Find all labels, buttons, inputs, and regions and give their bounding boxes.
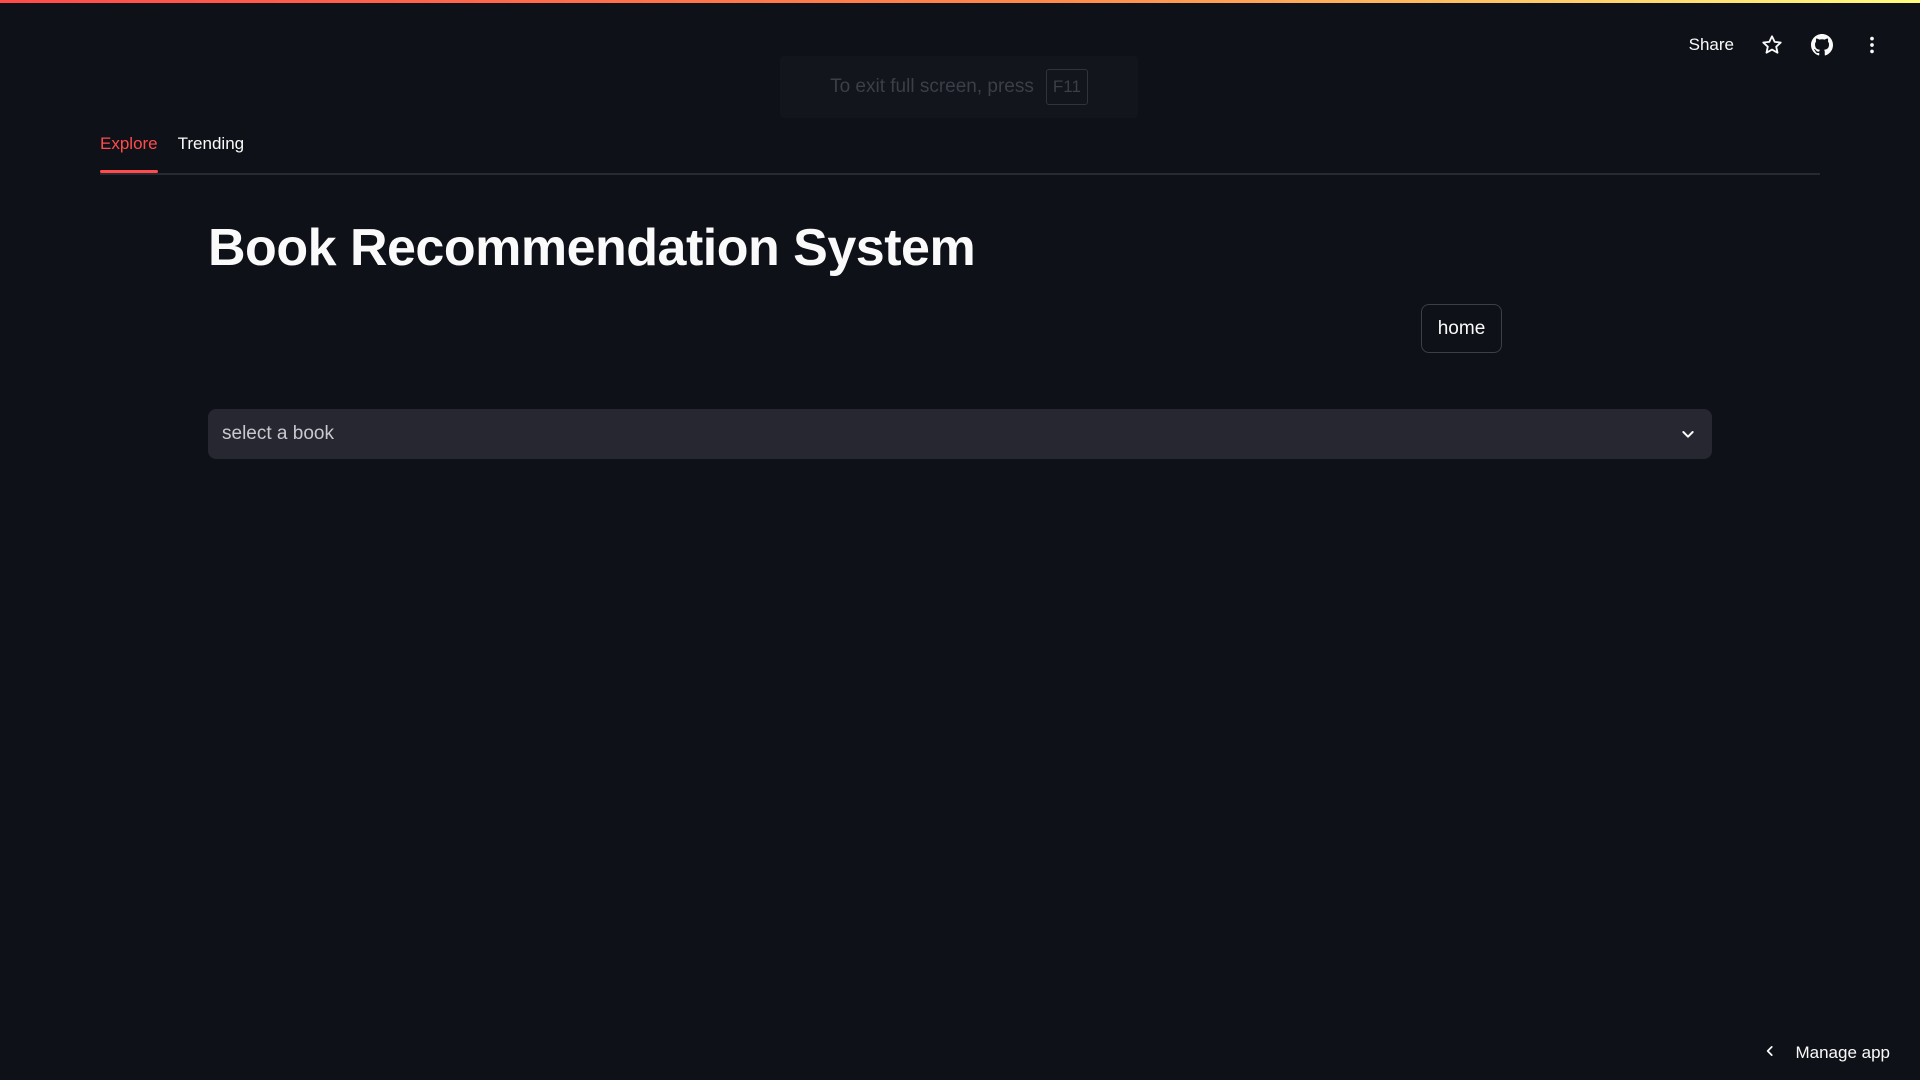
more-vertical-icon[interactable] (1860, 33, 1884, 57)
chevron-down-icon[interactable] (1678, 424, 1698, 444)
tab-trending[interactable]: Trending (178, 124, 244, 171)
manage-app-label: Manage app (1795, 1043, 1890, 1062)
chevron-left-icon (1763, 1043, 1777, 1063)
book-select[interactable]: select a book (208, 409, 1712, 459)
share-button[interactable]: Share (1689, 35, 1734, 55)
top-decoration-bar (0, 0, 1920, 3)
star-icon[interactable] (1760, 33, 1784, 57)
manage-app-button[interactable]: Manage app (1763, 1038, 1890, 1068)
tab-explore[interactable]: Explore (100, 124, 158, 173)
app-toolbar: Share (1689, 28, 1884, 62)
page-title: Book Recommendation System (208, 219, 976, 277)
fullscreen-notice-text: To exit full screen, press (830, 76, 1034, 97)
tab-bar: Explore Trending (100, 124, 1820, 175)
fullscreen-key-badge: F11 (1045, 69, 1088, 105)
book-select-placeholder: select a book (222, 423, 334, 444)
github-icon[interactable] (1810, 33, 1834, 57)
fullscreen-exit-notice: To exit full screen, press F11 (780, 56, 1138, 118)
home-button[interactable]: home (1421, 304, 1502, 353)
